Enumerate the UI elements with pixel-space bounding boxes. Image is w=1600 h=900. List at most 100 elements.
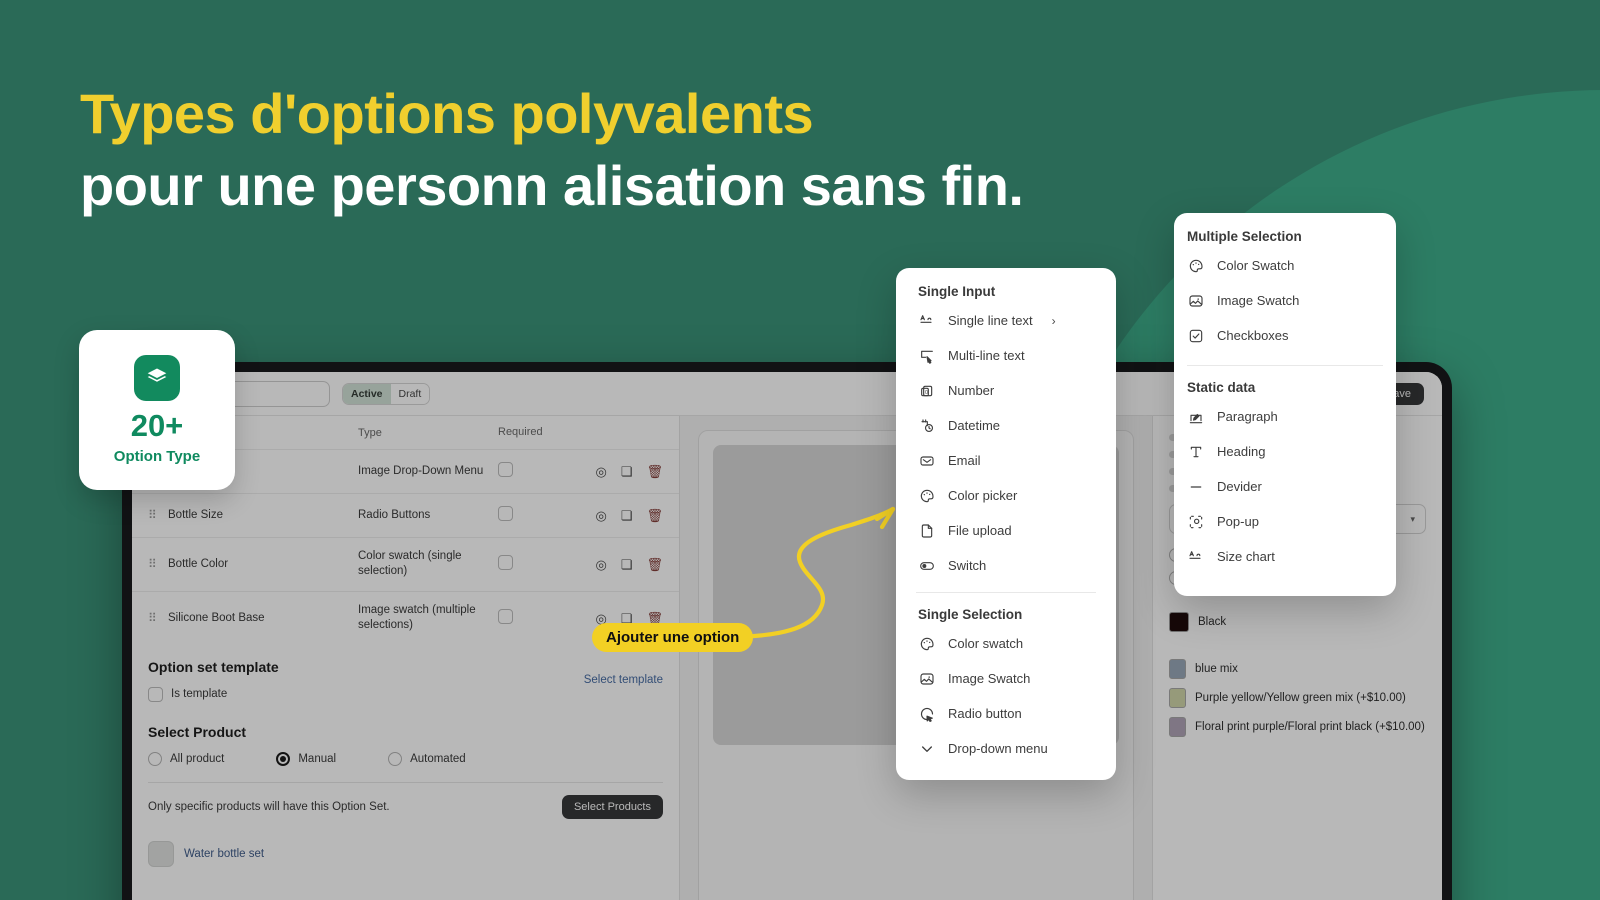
add-option-cta[interactable]: Ajouter une option: [592, 623, 754, 652]
multiple-selection-menu[interactable]: Multiple Selection Color Swatch Image Swat…: [1174, 213, 1396, 596]
table-row[interactable]: ⠿ Bottle Color Color swatch (single select…: [132, 536, 679, 591]
delete-icon[interactable]: 🗑: [646, 465, 663, 478]
menu-item-image-swatch[interactable]: Image Swatch: [896, 661, 1116, 696]
option-type: Image Drop-Down Menu: [358, 464, 484, 477]
eye-icon[interactable]: ◎: [595, 465, 606, 478]
image-swatch-thumbnail[interactable]: [1169, 659, 1186, 679]
menu-item-file-upload[interactable]: File upload: [896, 513, 1116, 548]
selected-product-row: Water bottle set: [132, 831, 679, 877]
menu-item-number[interactable]: 0 Number: [896, 373, 1116, 408]
envelope-icon: [918, 452, 935, 469]
radio-indicator[interactable]: [388, 751, 403, 766]
required-checkbox[interactable]: [498, 506, 513, 522]
select-product-radio-group[interactable]: All product Manual Automated: [148, 751, 663, 766]
menu-item-pop-up[interactable]: Pop-up: [1174, 504, 1396, 539]
image-swatch-thumbnail[interactable]: [1169, 717, 1186, 737]
image-swatch-label: Floral print purple/Floral print black (…: [1195, 721, 1425, 733]
menu-item-color-swatch[interactable]: Color swatch: [896, 626, 1116, 661]
menu-item-label: Number: [948, 383, 995, 398]
required-checkbox[interactable]: [498, 555, 513, 571]
status-draft-tab[interactable]: Draft: [390, 383, 430, 404]
menu-item-heading[interactable]: Heading: [1174, 434, 1396, 469]
delete-icon[interactable]: 🗑: [646, 558, 663, 571]
eye-icon[interactable]: ◎: [595, 558, 606, 571]
menu-group-title: Static data: [1187, 380, 1256, 395]
heading-t-icon: [1187, 443, 1204, 460]
drag-handle-icon[interactable]: ⠿: [148, 508, 168, 522]
menu-item-label: Color picker: [948, 488, 1018, 503]
bottle-color-swatch-option[interactable]: Black: [1169, 612, 1426, 632]
menu-item-datetime[interactable]: Datetime: [896, 408, 1116, 443]
menu-item-image-swatch[interactable]: Image Swatch: [1174, 283, 1396, 318]
image-swatch-option[interactable]: Floral print purple/Floral print black (…: [1169, 717, 1426, 737]
menu-item-size-chart[interactable]: Size chart: [1174, 539, 1396, 574]
required-checkbox[interactable]: [498, 462, 513, 478]
image-swatch-group[interactable]: blue mix Purple yellow/Yellow green mix (…: [1169, 659, 1426, 737]
single-input-menu[interactable]: Single Input Single line text › Multi-line …: [896, 268, 1116, 780]
image-swatch-option[interactable]: blue mix: [1169, 659, 1426, 679]
image-swatch-thumbnail[interactable]: [1169, 688, 1186, 708]
menu-item-drop-down-menu[interactable]: Drop-down menu: [896, 731, 1116, 766]
menu-item-paragraph[interactable]: Paragraph: [1174, 399, 1396, 434]
required-cell[interactable]: [498, 609, 568, 627]
menu-item-devider[interactable]: Devider: [1174, 469, 1396, 504]
file-icon: [918, 522, 935, 539]
color-swatch[interactable]: [1169, 612, 1189, 632]
menu-item-label: Drop-down menu: [948, 741, 1048, 756]
menu-item-color-swatch[interactable]: Color Swatch: [1174, 248, 1396, 283]
radio-option-manual[interactable]: Manual: [276, 751, 337, 766]
is-template-row[interactable]: Is template: [148, 686, 663, 702]
menu-item-color-picker[interactable]: Color picker: [896, 478, 1116, 513]
drag-handle-icon[interactable]: ⠿: [148, 611, 168, 625]
chevron-right-icon: ›: [1051, 313, 1056, 328]
table-row[interactable]: ⠿ Bottle Size Radio Buttons ◎ ❏ 🗑: [132, 492, 679, 537]
menu-item-multi-line-text[interactable]: Multi-line text: [896, 338, 1116, 373]
menu-item-single-line-text[interactable]: Single line text ›: [896, 303, 1116, 338]
menu-item-label: Image Swatch: [948, 671, 1031, 686]
menu-item-label: Radio button: [948, 706, 1022, 721]
menu-item-label: File upload: [948, 523, 1012, 538]
menu-item-label: Paragraph: [1217, 409, 1278, 424]
header-actions-col: [568, 426, 663, 441]
row-actions[interactable]: ◎ ❏ 🗑: [568, 558, 663, 571]
is-template-checkbox[interactable]: [148, 686, 163, 702]
duplicate-icon[interactable]: ❏: [621, 509, 633, 522]
radio-indicator[interactable]: [276, 751, 291, 766]
menu-item-label: Pop-up: [1217, 514, 1259, 529]
required-cell[interactable]: [498, 555, 568, 573]
menu-item-label: Color Swatch: [1217, 258, 1295, 273]
menu-item-label: Devider: [1217, 479, 1262, 494]
headline-line-1: Types d'options polyvalents: [80, 82, 814, 145]
chevron-down-icon: ▾: [1410, 513, 1415, 524]
eye-icon[interactable]: ◎: [595, 509, 606, 522]
radio-option-all-product[interactable]: All product: [148, 751, 225, 766]
menu-item-checkboxes[interactable]: Checkboxes: [1174, 318, 1396, 353]
layers-icon: [134, 355, 180, 401]
row-actions[interactable]: ◎ ❏ 🗑: [568, 465, 663, 478]
product-link[interactable]: Water bottle set: [184, 848, 264, 860]
radio-label: All product: [170, 752, 225, 765]
select-products-button[interactable]: Select Products: [561, 794, 663, 819]
radio-option-automated[interactable]: Automated: [388, 751, 466, 766]
drag-handle-icon[interactable]: ⠿: [148, 557, 168, 571]
duplicate-icon[interactable]: ❏: [621, 558, 633, 571]
radio-indicator[interactable]: [148, 751, 162, 766]
status-segmented-control[interactable]: Active Draft: [342, 382, 431, 405]
required-cell[interactable]: [498, 506, 568, 524]
menu-item-switch[interactable]: Switch: [896, 548, 1116, 583]
select-template-link[interactable]: Select template: [584, 674, 663, 686]
radio-label: Manual: [298, 752, 337, 765]
menu-item-label: Multi-line text: [948, 348, 1025, 363]
menu-item-email[interactable]: Email: [896, 443, 1116, 478]
required-cell[interactable]: [498, 462, 568, 480]
image-swatch-option[interactable]: Purple yellow/Yellow green mix (+$10.00): [1169, 688, 1426, 708]
row-actions[interactable]: ◎ ❏ 🗑: [568, 509, 663, 522]
delete-icon[interactable]: 🗑: [646, 509, 663, 522]
duplicate-icon[interactable]: ❏: [621, 465, 633, 478]
option-type: Image swatch (multiple selections): [358, 603, 476, 632]
status-active-tab[interactable]: Active: [343, 383, 391, 404]
template-link-group: Select template: [584, 674, 663, 686]
required-checkbox[interactable]: [498, 609, 513, 625]
menu-item-radio-button[interactable]: Radio button: [896, 696, 1116, 731]
product-thumbnail: [148, 840, 174, 867]
